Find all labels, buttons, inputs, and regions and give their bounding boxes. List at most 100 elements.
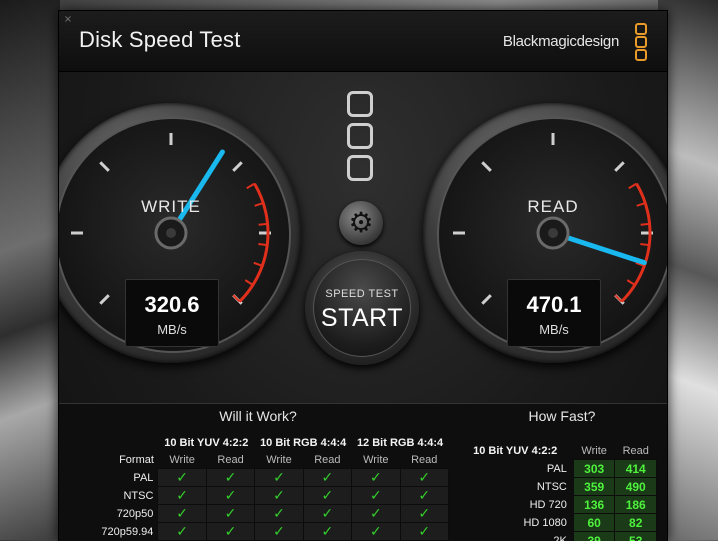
format-name: NTSC bbox=[59, 487, 158, 505]
table-row: NTSC359490 bbox=[457, 478, 657, 496]
checkmark-icon: ✓ bbox=[273, 506, 285, 522]
format-name: PAL bbox=[457, 460, 573, 478]
desktop-background-left bbox=[0, 0, 60, 540]
compatibility-cell: ✓ bbox=[206, 469, 254, 487]
gauge-tick bbox=[615, 162, 623, 170]
compatibility-cell: ✓ bbox=[400, 487, 448, 505]
write-fps-value: 359 bbox=[573, 478, 615, 496]
format-name: 720p50 bbox=[59, 505, 158, 523]
gauge-tick bbox=[482, 162, 490, 170]
checkmark-icon: ✓ bbox=[418, 524, 430, 540]
checkmark-icon: ✓ bbox=[225, 470, 237, 486]
read-fps-value: 186 bbox=[615, 496, 657, 514]
gauge-redzone-tick bbox=[259, 224, 268, 225]
table-row: HD 10806082 bbox=[457, 514, 657, 532]
sub-header-row: Format Write Read Write Read Write Read bbox=[59, 451, 449, 469]
table-row: 720p50 ✓ ✓ ✓ ✓ ✓ ✓ bbox=[59, 505, 449, 523]
checkmark-icon: ✓ bbox=[225, 506, 237, 522]
compatibility-cell: ✓ bbox=[158, 487, 206, 505]
how-fast-heading: How Fast? bbox=[457, 404, 667, 428]
gauge-tick bbox=[100, 295, 108, 303]
write-speed-value: 320.6 bbox=[126, 292, 218, 318]
compatibility-cell: ✓ bbox=[352, 505, 400, 523]
group-header-row: 10 Bit YUV 4:2:2 10 Bit RGB 4:4:4 12 Bit… bbox=[59, 434, 449, 451]
how-fast-table: 10 Bit YUV 4:2:2 Write Read PAL303414NTS… bbox=[457, 442, 657, 541]
gauge-redzone-tick bbox=[254, 263, 262, 266]
read-fps-value: 414 bbox=[615, 460, 657, 478]
write-gauge: WRITE 320.6 MB/s bbox=[58, 103, 301, 363]
checkmark-icon: ✓ bbox=[370, 506, 382, 522]
write-fps-value: 303 bbox=[573, 460, 615, 478]
format-column-header: Format bbox=[59, 451, 158, 469]
write-readout: 320.6 MB/s bbox=[125, 279, 219, 347]
read-fps-value: 82 bbox=[615, 514, 657, 532]
compatibility-cell: ✓ bbox=[255, 487, 303, 505]
start-button-face[interactable]: SPEED TEST START bbox=[313, 259, 411, 357]
start-button-label: START bbox=[314, 304, 410, 333]
read-gauge-hub-cap bbox=[548, 228, 558, 238]
app-title: Disk Speed Test bbox=[79, 27, 241, 53]
sub-header-write: Write bbox=[255, 451, 303, 469]
gauge-redzone-tick bbox=[233, 295, 239, 301]
how-fast-group-header: 10 Bit YUV 4:2:2 bbox=[457, 442, 573, 460]
settings-gear-icon[interactable]: ⚙ bbox=[339, 201, 383, 245]
gauge-redzone-tick bbox=[258, 244, 267, 245]
table-row: 720p59.94✓✓✓✓✓✓ bbox=[59, 523, 449, 541]
compatibility-cell: ✓ bbox=[352, 523, 400, 541]
will-it-work-table: 10 Bit YUV 4:2:2 10 Bit RGB 4:4:4 12 Bit… bbox=[59, 434, 449, 541]
checkmark-icon: ✓ bbox=[418, 470, 430, 486]
checkmark-icon: ✓ bbox=[273, 470, 285, 486]
sub-header-write: Write bbox=[352, 451, 400, 469]
start-button[interactable]: SPEED TEST START bbox=[305, 251, 419, 365]
group-header-rgb444-10: 10 Bit RGB 4:4:4 bbox=[255, 434, 352, 451]
write-fps-value: 60 bbox=[573, 514, 615, 532]
checkmark-icon: ✓ bbox=[176, 488, 188, 504]
compatibility-cell: ✓ bbox=[400, 505, 448, 523]
checkmark-icon: ✓ bbox=[418, 506, 430, 522]
gauge-redzone-tick bbox=[641, 224, 650, 225]
disk-speed-test-window: × Disk Speed Test Blackmagicdesign WRITE… bbox=[58, 10, 668, 541]
compatibility-cell: ✓ bbox=[158, 523, 206, 541]
format-name: NTSC bbox=[457, 478, 573, 496]
results-panel: Will it Work? How Fast? 10 Bit YUV 4:2:2… bbox=[59, 403, 667, 541]
checkmark-icon: ✓ bbox=[225, 524, 237, 540]
checkmark-icon: ✓ bbox=[176, 506, 188, 522]
how-fast-read-header: Read bbox=[615, 442, 657, 460]
format-name: 720p59.94 bbox=[59, 523, 158, 541]
compatibility-cell: ✓ bbox=[158, 505, 206, 523]
checkmark-icon: ✓ bbox=[370, 488, 382, 504]
read-speed-value: 470.1 bbox=[508, 292, 600, 318]
checkmark-icon: ✓ bbox=[322, 488, 334, 504]
gauge-redzone-tick bbox=[615, 295, 621, 301]
compatibility-cell: ✓ bbox=[400, 523, 448, 541]
gauge-tick bbox=[100, 162, 108, 170]
will-it-work-heading: Will it Work? bbox=[59, 404, 457, 428]
sub-header-read: Read bbox=[400, 451, 448, 469]
checkmark-icon: ✓ bbox=[322, 470, 334, 486]
blackmagic-center-logo-icon bbox=[347, 91, 377, 181]
format-name: HD 1080 bbox=[457, 514, 573, 532]
checkmark-icon: ✓ bbox=[322, 506, 334, 522]
write-fps-value: 136 bbox=[573, 496, 615, 514]
compatibility-cell: ✓ bbox=[255, 505, 303, 523]
compatibility-cell: ✓ bbox=[255, 469, 303, 487]
table-row: PAL✓✓✓✓✓✓ bbox=[59, 469, 449, 487]
sub-header-write: Write bbox=[158, 451, 206, 469]
checkmark-icon: ✓ bbox=[370, 470, 382, 486]
sub-header-read: Read bbox=[303, 451, 351, 469]
compatibility-cell: ✓ bbox=[158, 469, 206, 487]
close-icon[interactable]: × bbox=[63, 15, 73, 25]
group-header-rgb444-12: 12 Bit RGB 4:4:4 bbox=[352, 434, 449, 451]
gauge-redzone-tick bbox=[629, 184, 637, 189]
how-fast-rows: PAL303414NTSC359490HD 720136186HD 108060… bbox=[457, 460, 657, 541]
read-fps-value: 490 bbox=[615, 478, 657, 496]
compatibility-cell: ✓ bbox=[255, 523, 303, 541]
group-header-yuv422: 10 Bit YUV 4:2:2 bbox=[158, 434, 255, 451]
checkmark-icon: ✓ bbox=[370, 524, 382, 540]
gauge-tick bbox=[482, 295, 490, 303]
compatibility-cell: ✓ bbox=[303, 505, 351, 523]
checkmark-icon: ✓ bbox=[322, 524, 334, 540]
write-speed-unit: MB/s bbox=[126, 322, 218, 337]
compatibility-cell: ✓ bbox=[400, 469, 448, 487]
format-name: PAL bbox=[59, 469, 158, 487]
